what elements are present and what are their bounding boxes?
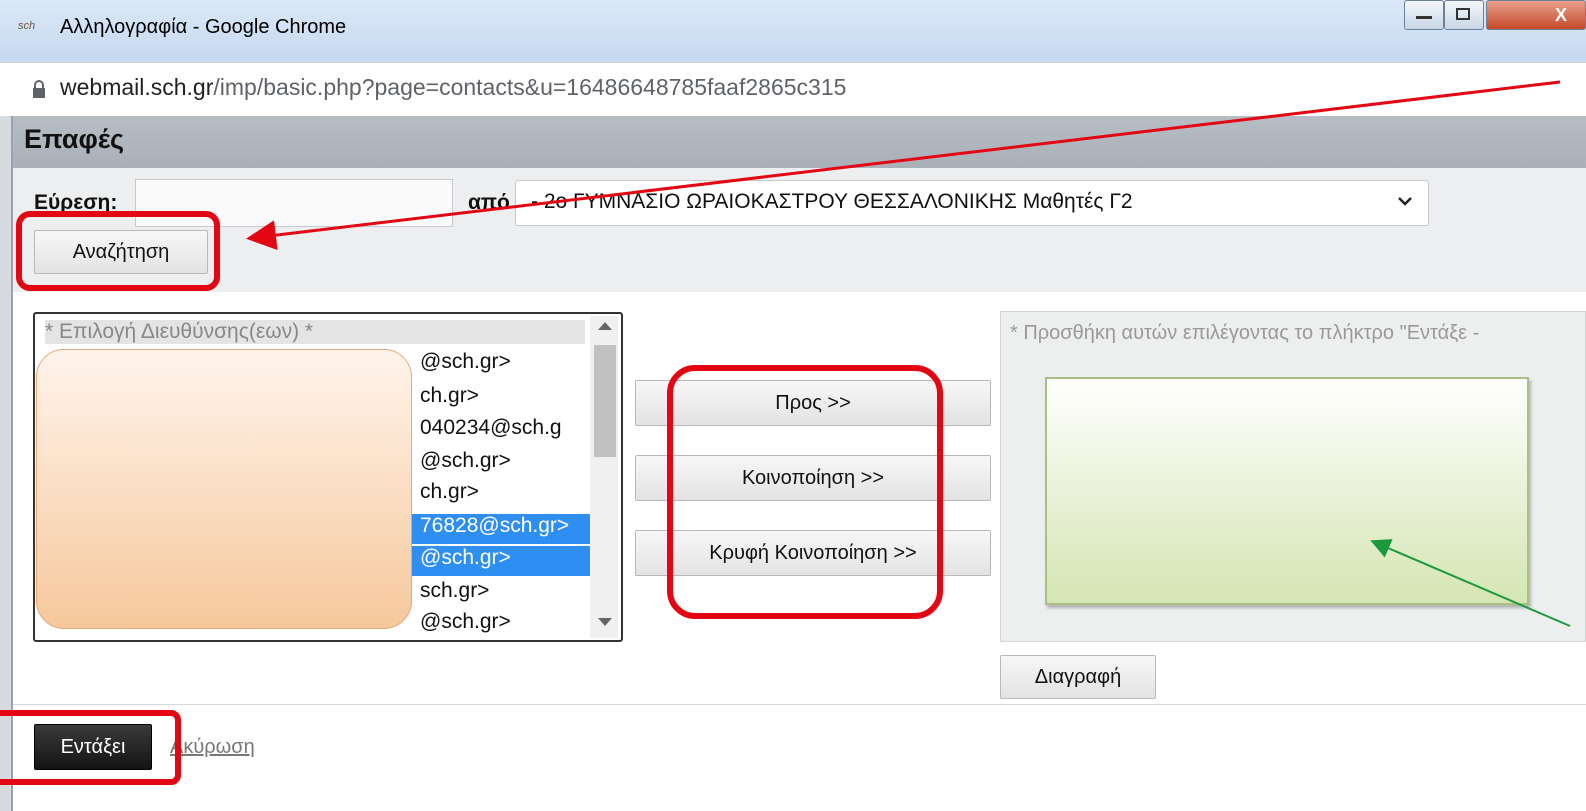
url-path: /imp/basic.php?page=contacts&u=164866487… xyxy=(213,74,847,100)
delete-button[interactable]: Διαγραφή xyxy=(1000,655,1156,699)
address-list-item-label: @sch.gr> xyxy=(420,546,511,569)
app-icon: sch xyxy=(18,20,36,32)
address-list-item-label: ch.gr> xyxy=(420,480,479,503)
address-list-item-label: ch.gr> xyxy=(420,384,479,407)
source-label: από xyxy=(468,191,510,214)
address-list-item-label: @sch.gr> xyxy=(420,350,511,373)
url-text[interactable]: webmail.sch.gr/imp/basic.php?page=contac… xyxy=(60,74,846,101)
source-select-value: - 2ο ΓΥΜΝΑΣΙΟ ΩΡΑΙΟΚΑΣΤΡΟΥ ΘΕΣΣΑΛΟΝΙΚΗΣ … xyxy=(531,190,1133,213)
minimize-button[interactable] xyxy=(1404,0,1444,30)
highlight-recipient-buttons xyxy=(667,365,943,619)
privacy-mask xyxy=(36,349,412,629)
address-list-item-label: 040234@sch.g xyxy=(420,416,562,439)
highlight-ok-button xyxy=(0,710,181,785)
address-list-item-label: @sch.gr> xyxy=(420,449,511,472)
minimize-icon xyxy=(1416,16,1432,19)
cancel-link[interactable]: Ακύρωση xyxy=(170,736,255,759)
address-list-item-label: 76828@sch.gr> xyxy=(420,514,570,537)
address-list-item-label: @sch.gr> xyxy=(420,610,511,633)
url-host: webmail.sch.gr xyxy=(60,74,214,100)
selected-recipients-list[interactable] xyxy=(1045,377,1529,605)
scroll-up-icon[interactable] xyxy=(598,322,612,330)
lock-icon xyxy=(33,80,45,98)
close-button[interactable]: X xyxy=(1486,0,1586,30)
window-title: Αλληλογραφία - Google Chrome xyxy=(60,16,347,38)
address-list-header: * Επιλογή Διευθύνσης(εων) * xyxy=(45,320,585,344)
selected-recipients-hint: * Προσθήκη αυτών επιλέγοντας το πλήκτρο … xyxy=(1010,322,1480,344)
chevron-down-icon xyxy=(1398,197,1412,206)
page-header xyxy=(13,116,1586,168)
scroll-down-icon[interactable] xyxy=(598,618,612,626)
scroll-thumb[interactable] xyxy=(594,345,616,457)
footer-divider xyxy=(13,704,1586,705)
page-title: Επαφές xyxy=(24,124,125,154)
maximize-icon xyxy=(1456,8,1470,20)
address-list-item-label: sch.gr> xyxy=(420,579,490,602)
highlight-search-button xyxy=(16,211,220,291)
